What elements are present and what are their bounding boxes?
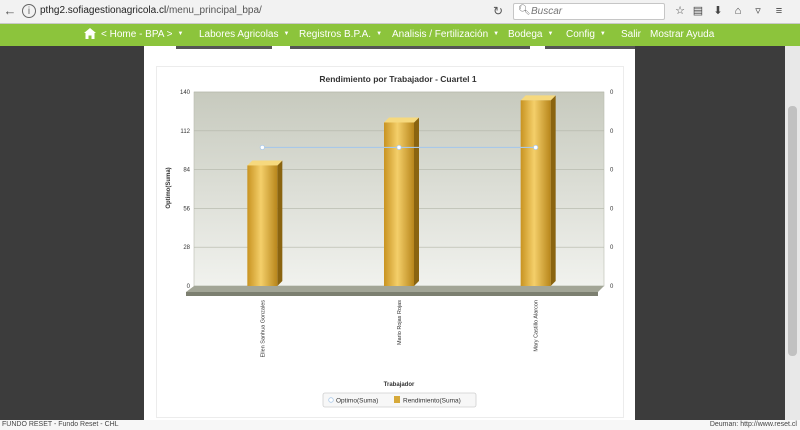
bar-side [414,117,419,286]
chevron-down-icon: ▼ [177,31,184,38]
page-scrollbar[interactable] [785,46,800,420]
chevron-down-icon: ▼ [547,31,554,38]
nav-item-bodega[interactable]: Bodega ▼ [508,29,553,40]
nav-item-label: Config [566,29,595,40]
x-tick-label: Mary Castillo Alarcon [534,300,540,352]
reload-icon[interactable]: ↻ [493,4,503,18]
chart-title: Rendimiento por Trabajador - Cuartel 1 [319,74,477,84]
bookmark-star-icon[interactable]: ☆ [673,4,687,18]
url-host: pthg2.sofiagestionagricola.cl [40,5,167,16]
chart: Rendimiento por Trabajador - Cuartel 1 0… [166,74,614,408]
y2-tick-label: 0 [610,129,614,135]
y-tick-label: 28 [183,245,190,251]
chevron-down-icon: ▼ [283,31,290,38]
y-tick-label: 140 [180,90,191,96]
y-tick-label: 84 [183,168,190,174]
y-tick-label: 56 [183,206,190,212]
url-path: /menu_principal_bpa/ [166,5,262,16]
y-tick-label: 112 [180,129,190,135]
x-axis-label: Trabajador [384,382,415,388]
right-gutter [635,46,785,420]
search-placeholder: Buscar [531,6,563,17]
nav-item-analisis-fertilizacion[interactable]: Analisis / Fertilización ▼ [392,29,499,40]
plot-area: 0 028 056 084 0112 0140 0Ellen Sanhua Gonzales… [180,90,614,357]
plot-floor [186,286,604,292]
bar-top [384,117,419,123]
bar-top [520,95,556,101]
browser-toolbar: ← i pthg2.sofiagestionagricola.cl/menu_p… [0,0,800,24]
download-icon[interactable]: ⬇ [711,4,725,18]
legend-line-marker [328,397,334,403]
site-info-icon[interactable]: i [22,4,36,18]
nav-item-labores-agricolas[interactable]: Labores Agricolas ▼ [199,29,289,40]
scrollbar-thumb[interactable] [788,106,797,356]
nav-item-label: Registros B.P.A. [299,29,372,40]
chevron-down-icon: ▼ [376,31,383,38]
y2-tick-label: 0 [610,90,614,96]
legend-item-rendimiento[interactable]: Rendimiento(Suma) [403,398,461,405]
y-axis-label: Optimo(Suma) [166,167,172,208]
address-bar[interactable]: pthg2.sofiagestionagricola.cl/menu_princ… [40,5,262,16]
left-gutter [0,46,144,420]
bar-rendimiento [247,165,278,286]
chevron-down-icon: ▼ [493,31,500,38]
status-left-text: FUNDO RESET - Fundo Reset - CHL [2,421,119,428]
legend: Optimo(Suma) Rendimiento(Suma) [322,392,477,408]
bar-rendimiento [520,100,551,286]
nav-item-label: Bodega [508,29,543,40]
x-tick-label: Mario Rojas Rojas [397,300,403,345]
line-point-optimo [396,144,402,151]
y2-tick-label: 0 [610,206,614,212]
nav-item-registros-bpa[interactable]: Registros B.P.A. ▼ [299,29,382,40]
pocket-icon[interactable]: ▿ [751,4,765,18]
status-right-text: Deuman: http://www.reset.cl [709,421,797,428]
search-box[interactable]: 🔍︎ Buscar [513,3,665,20]
x-tick-label: Ellen Sanhua Gonzales [260,300,266,358]
legend-item-optimo[interactable]: Optimo(Suma) [336,398,378,405]
bar-side [550,95,556,286]
line-point-optimo [533,144,539,151]
nav-item-home-bpa[interactable]: < Home - BPA > ▼ [101,29,183,40]
nav-item-salir[interactable]: Salir [621,29,641,40]
bar-side [277,160,283,286]
submenu-tab [176,46,272,49]
y2-tick-label: 0 [610,168,614,174]
main-nav: < Home - BPA > ▼ Labores Agricolas ▼ Regis… [0,24,800,46]
nav-item-label: Labores Agricolas [199,29,279,40]
y2-tick-label: 0 [610,245,614,251]
search-icon: 🔍︎ [518,5,531,16]
menu-icon[interactable]: ≡ [772,4,786,18]
home-icon[interactable]: ⌂ [731,4,745,18]
nav-item-config[interactable]: Config ▼ [566,29,606,40]
y2-tick-label: 0 [610,284,614,290]
plot-floor-edge [186,292,598,296]
nav-item-label: < Home - BPA > [101,29,173,40]
home-icon[interactable] [84,28,96,39]
submenu-tab [290,46,530,49]
legend-bar-marker [394,396,400,403]
nav-item-mostrar-ayuda[interactable]: Mostrar Ayuda [650,29,714,40]
chevron-down-icon: ▼ [599,31,606,38]
reading-list-icon[interactable]: ▤ [691,4,705,18]
status-bar: FUNDO RESET - Fundo Reset - CHL Deuman: … [0,420,800,430]
line-point-optimo [259,144,265,151]
submenu-tab [545,46,635,49]
nav-item-label: Analisis / Fertilización [392,29,489,40]
bar-top [247,160,283,166]
back-arrow-icon[interactable]: ← [2,3,18,19]
